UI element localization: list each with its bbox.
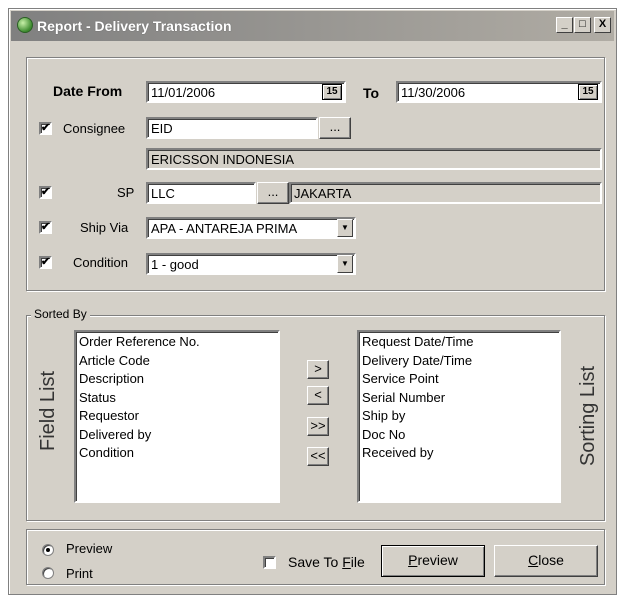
list-item[interactable]: Order Reference No.: [79, 333, 275, 352]
sp-code-field[interactable]: LLC: [146, 182, 256, 204]
list-item[interactable]: Doc No: [362, 426, 556, 445]
sp-browse-button[interactable]: ...: [257, 182, 289, 204]
list-item[interactable]: Ship by: [362, 407, 556, 426]
list-item[interactable]: Received by: [362, 444, 556, 463]
close-button[interactable]: Close: [494, 545, 598, 577]
preview-button[interactable]: Preview: [381, 545, 485, 577]
date-to-field[interactable]: 11/30/2006: [396, 81, 602, 103]
sorting-list-label: Sorting List: [577, 365, 599, 467]
field-list-label: Field List: [37, 370, 59, 452]
condition-select[interactable]: 1 - good: [146, 253, 356, 275]
list-item[interactable]: Article Code: [79, 352, 275, 371]
list-item[interactable]: Delivery Date/Time: [362, 352, 556, 371]
maximize-button[interactable]: □: [574, 17, 591, 33]
sp-label: SP: [117, 185, 135, 200]
ship-via-checkbox[interactable]: ✔: [39, 221, 52, 234]
save-to-file-checkbox[interactable]: [263, 556, 276, 569]
preview-radio-label: Preview: [66, 541, 113, 556]
ship-via-select[interactable]: APA - ANTAREJA PRIMA: [146, 217, 356, 239]
date-from-field[interactable]: 11/01/2006: [146, 81, 346, 103]
move-all-right-button[interactable]: >>: [307, 417, 329, 436]
date-to-calendar-icon[interactable]: 15: [578, 84, 598, 100]
sorting-list[interactable]: Request Date/Time Delivery Date/Time Ser…: [357, 330, 561, 503]
save-to-file-label: Save To File: [288, 554, 365, 570]
print-radio-label: Print: [66, 566, 93, 581]
list-item[interactable]: Delivered by: [79, 426, 275, 445]
move-all-left-button[interactable]: <<: [307, 447, 329, 466]
list-item[interactable]: Request Date/Time: [362, 333, 556, 352]
window-title: Report - Delivery Transaction: [37, 18, 232, 34]
consignee-name-field: ERICSSON INDONESIA: [146, 148, 602, 170]
ship-via-dropdown-arrow-icon[interactable]: ▼: [337, 219, 353, 237]
date-from-label: Date From: [53, 83, 123, 99]
move-left-button[interactable]: <: [307, 386, 329, 405]
consignee-checkbox[interactable]: ✔: [39, 122, 52, 135]
list-item[interactable]: Description: [79, 370, 275, 389]
condition-label: Condition: [73, 255, 128, 270]
date-to-label: To: [363, 85, 380, 101]
minimize-button[interactable]: _: [556, 17, 573, 33]
condition-dropdown-arrow-icon[interactable]: ▼: [337, 255, 353, 273]
app-globe-icon: [17, 17, 33, 33]
list-item[interactable]: Condition: [79, 444, 275, 463]
sorted-by-label: Sorted By: [31, 307, 90, 321]
list-item[interactable]: Service Point: [362, 370, 556, 389]
condition-checkbox[interactable]: ✔: [39, 256, 52, 269]
sp-checkbox[interactable]: ✔: [39, 186, 52, 199]
consignee-browse-button[interactable]: ...: [319, 117, 351, 139]
title-bar[interactable]: Report - Delivery Transaction _ □ X: [11, 11, 614, 41]
field-list[interactable]: Order Reference No. Article Code Descrip…: [74, 330, 280, 503]
print-radio[interactable]: [42, 567, 54, 579]
move-right-button[interactable]: >: [307, 360, 329, 379]
report-window: Report - Delivery Transaction _ □ X Date…: [8, 8, 617, 595]
consignee-label: Consignee: [63, 121, 126, 136]
list-item[interactable]: Serial Number: [362, 389, 556, 408]
close-window-button[interactable]: X: [594, 17, 611, 33]
date-from-calendar-icon[interactable]: 15: [322, 84, 342, 100]
ship-via-label: Ship Via: [80, 220, 129, 235]
sp-name-field: JAKARTA: [289, 182, 602, 204]
preview-radio[interactable]: [42, 544, 54, 556]
list-item[interactable]: Requestor: [79, 407, 275, 426]
consignee-code-field[interactable]: EID: [146, 117, 318, 139]
list-item[interactable]: Status: [79, 389, 275, 408]
